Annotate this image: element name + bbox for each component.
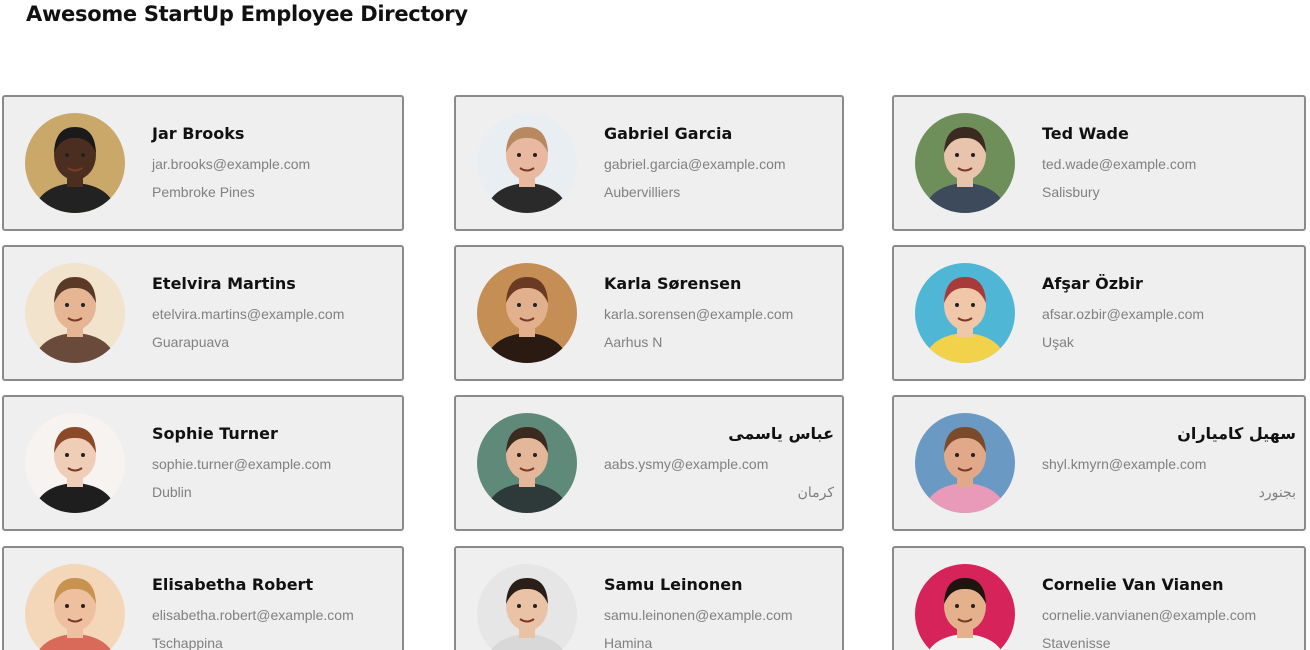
- employee-city: Tschappina: [152, 635, 223, 650]
- employee-info: سهیل کامیاران shyl.kmyrn@example.com بجنور…: [1042, 424, 1296, 501]
- employee-avatar: [477, 263, 577, 363]
- employee-info: Elisabetha Robert elisabetha.robert@examp…: [152, 575, 394, 650]
- employee-city: Aarhus N: [604, 334, 663, 350]
- employee-city: Salisbury: [1042, 184, 1100, 200]
- employee-card[interactable]: Samu Leinonen samu.leinonen@example.com Ha…: [454, 546, 844, 650]
- employee-email: ted.wade@example.com: [1042, 156, 1197, 172]
- employee-email: karla.sorensen@example.com: [604, 306, 794, 322]
- employee-city: کرمان: [797, 484, 834, 500]
- employee-card[interactable]: Afşar Özbir afsar.ozbir@example.com Uşak: [892, 245, 1306, 381]
- employee-avatar: [25, 413, 125, 513]
- employee-card[interactable]: Gabriel Garcia gabriel.garcia@example.com…: [454, 95, 844, 231]
- employee-avatar: [25, 263, 125, 363]
- employee-email: elisabetha.robert@example.com: [152, 607, 354, 623]
- employee-email: sophie.turner@example.com: [152, 456, 332, 472]
- employee-email: gabriel.garcia@example.com: [604, 156, 786, 172]
- employee-city: Stavenisse: [1042, 635, 1111, 650]
- employee-name: سهیل کامیاران: [1177, 424, 1296, 443]
- employee-name: عباس یاسمی: [728, 424, 834, 443]
- employee-city: Hamina: [604, 635, 653, 650]
- employee-card[interactable]: Etelvira Martins etelvira.martins@example…: [2, 245, 404, 381]
- employee-city: Guarapuava: [152, 334, 230, 350]
- employee-name: Elisabetha Robert: [152, 575, 314, 594]
- employee-info: Etelvira Martins etelvira.martins@example…: [152, 274, 394, 351]
- employee-info: Jar Brooks jar.brooks@example.com Pembroke…: [152, 124, 394, 201]
- employee-info: Samu Leinonen samu.leinonen@example.com Ha…: [604, 575, 834, 650]
- employee-email: shyl.kmyrn@example.com: [1042, 456, 1207, 472]
- employee-avatar: [477, 113, 577, 213]
- employee-avatar: [915, 564, 1015, 650]
- employee-card[interactable]: Karla Sørensen karla.sorensen@example.com…: [454, 245, 844, 381]
- employee-avatar: [25, 564, 125, 650]
- employee-info: Gabriel Garcia gabriel.garcia@example.com…: [604, 124, 834, 201]
- employee-name: Samu Leinonen: [604, 575, 743, 594]
- employee-info: Ted Wade ted.wade@example.com Salisbury: [1042, 124, 1296, 201]
- employee-name: Jar Brooks: [152, 124, 245, 143]
- employee-card[interactable]: Jar Brooks jar.brooks@example.com Pembroke…: [2, 95, 404, 231]
- employee-name: Ted Wade: [1042, 124, 1129, 143]
- employee-city: Pembroke Pines: [152, 184, 255, 200]
- employee-city: Dublin: [152, 484, 192, 500]
- employee-info: Karla Sørensen karla.sorensen@example.com…: [604, 274, 834, 351]
- employee-email: aabs.ysmy@example.com: [604, 456, 769, 472]
- employee-name: Sophie Turner: [152, 424, 278, 443]
- employee-card[interactable]: Sophie Turner sophie.turner@example.com Du…: [2, 395, 404, 531]
- employee-info: Afşar Özbir afsar.ozbir@example.com Uşak: [1042, 274, 1296, 351]
- employee-avatar: [915, 413, 1015, 513]
- employee-info: Cornelie Van Vianen cornelie.vanvianen@ex…: [1042, 575, 1296, 650]
- employee-name: Etelvira Martins: [152, 274, 296, 293]
- employee-card[interactable]: Elisabetha Robert elisabetha.robert@examp…: [2, 546, 404, 650]
- employee-card[interactable]: Cornelie Van Vianen cornelie.vanvianen@ex…: [892, 546, 1306, 650]
- employee-avatar: [477, 413, 577, 513]
- employee-info: عباس یاسمی aabs.ysmy@example.com کرمان: [604, 424, 834, 501]
- employee-card[interactable]: Ted Wade ted.wade@example.com Salisbury: [892, 95, 1306, 231]
- employee-name: Gabriel Garcia: [604, 124, 733, 143]
- employee-city: Uşak: [1042, 334, 1074, 350]
- employee-email: samu.leinonen@example.com: [604, 607, 793, 623]
- employee-card[interactable]: سهیل کامیاران shyl.kmyrn@example.com بجنور…: [892, 395, 1306, 531]
- employee-city: Aubervilliers: [604, 184, 681, 200]
- employee-email: afsar.ozbir@example.com: [1042, 306, 1205, 322]
- employee-email: etelvira.martins@example.com: [152, 306, 345, 322]
- employee-avatar: [915, 263, 1015, 363]
- employee-info: Sophie Turner sophie.turner@example.com Du…: [152, 424, 394, 501]
- employee-card[interactable]: عباس یاسمی aabs.ysmy@example.com کرمان: [454, 395, 844, 531]
- employee-name: Afşar Özbir: [1042, 274, 1143, 293]
- directory-page: Awesome StartUp Employee Directory Jar B…: [0, 0, 1310, 650]
- page-title: Awesome StartUp Employee Directory: [26, 2, 468, 26]
- employee-avatar: [25, 113, 125, 213]
- employee-avatar: [477, 564, 577, 650]
- employee-email: jar.brooks@example.com: [152, 156, 311, 172]
- employee-name: Karla Sørensen: [604, 274, 742, 293]
- employee-city: بجنورد: [1258, 484, 1296, 500]
- employee-email: cornelie.vanvianen@example.com: [1042, 607, 1257, 623]
- employee-name: Cornelie Van Vianen: [1042, 575, 1224, 594]
- employee-avatar: [915, 113, 1015, 213]
